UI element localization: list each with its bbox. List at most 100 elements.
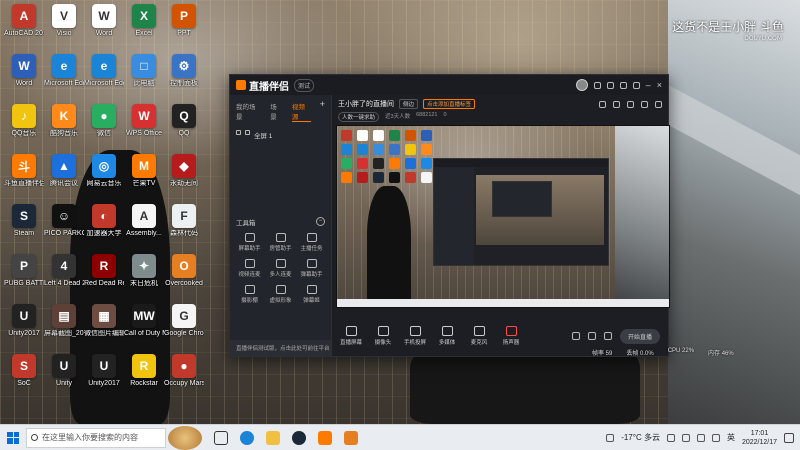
category-tag[interactable]: 侧边 — [399, 99, 419, 109]
add-tag-button[interactable]: 点击添加直播标签 — [423, 99, 476, 109]
screen-capture-button[interactable]: 直播屏幕 — [340, 326, 362, 346]
desktop-icon[interactable]: ♪ QQ音乐 — [4, 104, 44, 150]
desktop-icon[interactable]: S SoC — [4, 354, 44, 400]
desktop-icon[interactable]: ● 微信 — [84, 104, 124, 150]
tool-button[interactable]: 房管助手 — [265, 233, 296, 252]
start-button[interactable] — [0, 425, 26, 450]
tool-button[interactable]: 虚拟形象 — [265, 285, 296, 304]
notification-icon[interactable] — [784, 432, 794, 443]
bottom-notice[interactable]: 直播伴侣测试版，点击此处可前往平台 — [230, 340, 331, 356]
minimize-icon[interactable]: – — [646, 80, 651, 89]
tool-button[interactable]: 弹幕助手 — [296, 259, 327, 278]
record-icon[interactable] — [571, 332, 580, 340]
tool-button[interactable]: 摄影棚 — [234, 285, 265, 304]
menu-icon[interactable] — [632, 81, 640, 89]
gear-icon[interactable] — [603, 332, 612, 340]
desktop-icon[interactable]: G Google Chrome — [164, 304, 204, 350]
desktop-icon[interactable]: X Excel — [124, 4, 164, 50]
desktop-icon[interactable]: ☺ PICO PARKClas... — [44, 204, 84, 250]
lock-icon[interactable] — [613, 100, 620, 108]
desktop-icon[interactable]: K 酷狗音乐 — [44, 104, 84, 150]
eye-icon[interactable] — [236, 130, 241, 135]
desktop-icon[interactable]: U Unity2017 — [84, 354, 124, 400]
desktop-icon[interactable]: Q QQ — [164, 104, 204, 150]
streaming-app-window[interactable]: 直播伴侣 测试 – × 我的场景 场景 视频源 + 全屏 1 工具箱 − 屏幕助… — [229, 74, 670, 357]
microphone-button[interactable]: 麦克风 — [468, 326, 490, 346]
avatar[interactable] — [575, 79, 588, 91]
desktop-icon[interactable]: W WPS Office — [124, 104, 164, 150]
desktop-icon[interactable]: 斗斗鱼直播伴侣 — [4, 154, 44, 200]
media-button[interactable]: 多媒体 — [436, 326, 458, 346]
task-view-icon[interactable] — [214, 430, 228, 445]
chevron-up-icon[interactable] — [666, 433, 675, 442]
game-icon[interactable] — [344, 430, 358, 445]
desktop-icon[interactable]: R Red Dead Redemption — [84, 254, 124, 300]
douyu-icon[interactable] — [318, 430, 332, 445]
desktop-icon[interactable]: U Unity2017 — [4, 304, 44, 350]
desktop-icon[interactable]: O Overcooked — [164, 254, 204, 300]
desktop-icon[interactable]: e Microsoft Edge — [84, 54, 124, 100]
desktop-icon[interactable]: ▦ 微信图片编辑_2022120... — [84, 304, 124, 350]
desktop-icon[interactable]: ◆ 永劫无间 — [164, 154, 204, 200]
desktop-icon[interactable]: W Word — [84, 4, 124, 50]
settings-icon[interactable] — [619, 81, 627, 89]
desktop-icon[interactable]: F 森林代码 — [164, 204, 204, 250]
room-title[interactable]: 王小胖了的直播间 — [338, 99, 394, 109]
desktop-icon[interactable]: 4 Left 4 Dead 2 — [44, 254, 84, 300]
tool-button[interactable]: 屏幕助手 — [234, 233, 265, 252]
tool-button[interactable]: 多人连麦 — [265, 259, 296, 278]
camera-button[interactable]: 摄像头 — [372, 326, 394, 346]
screen-icon[interactable] — [627, 100, 634, 108]
edge-icon[interactable] — [240, 430, 254, 445]
desktop-icon[interactable]: ◐ 加速器大学 — [84, 204, 124, 250]
speaker-button[interactable]: 扬声器 — [500, 326, 522, 346]
lock-icon[interactable] — [245, 130, 250, 135]
volume-icon[interactable] — [711, 433, 720, 442]
stream-preview[interactable] — [336, 125, 670, 308]
phone-cast-button[interactable]: 手机投屏 — [404, 326, 426, 346]
tab-my-scenes[interactable]: 我的场景 — [236, 101, 261, 122]
desktop-icon[interactable]: ● Occupy Mars — [164, 354, 204, 400]
share-icon[interactable] — [655, 100, 662, 108]
desktop-icon[interactable]: P PPT — [164, 4, 204, 50]
desktop-icon[interactable]: MW Call of Duty MW — [124, 304, 164, 350]
tab-sources[interactable]: 视频源 — [291, 101, 311, 122]
desktop-icon[interactable]: R Rockstar — [124, 354, 164, 400]
desktop-icon[interactable]: V Visio — [44, 4, 84, 50]
desktop-icon[interactable]: P PUBG BATTLEGR... — [4, 254, 44, 300]
desktop-icon[interactable]: ⚙ 控制面板 — [164, 54, 204, 100]
battery-icon[interactable] — [681, 433, 690, 442]
desktop-icon[interactable]: U Unity — [44, 354, 84, 400]
help-badge[interactable]: 人数一键求助 — [338, 112, 380, 122]
ime-indicator[interactable]: 英 — [727, 432, 735, 443]
desktop-icon[interactable]: W Word — [4, 54, 44, 100]
desktop-icon[interactable]: ▤ 屏幕截图_2022120... — [44, 304, 84, 350]
desktop-icon[interactable]: A Assembly... — [124, 204, 164, 250]
tool-button[interactable]: 弹幕姬 — [296, 285, 327, 304]
app-titlebar[interactable]: 直播伴侣 测试 – × — [230, 75, 668, 95]
steam-icon[interactable] — [292, 430, 306, 445]
add-scene-icon[interactable]: + — [320, 100, 325, 122]
desktop-icon[interactable]: ◎ 网易云音乐 — [84, 154, 124, 200]
weather-icon[interactable] — [606, 433, 615, 442]
desktop-icon[interactable]: M 芒果TV — [124, 154, 164, 200]
desktop-icon[interactable]: ✦ 末日危机 — [124, 254, 164, 300]
desktop-icon[interactable]: □ 此电脑 — [124, 54, 164, 100]
search-input[interactable]: 在这里输入你要搜索的内容 — [26, 427, 166, 448]
desktop-icon[interactable]: A AutoCAD 2015 — [4, 4, 44, 50]
bell-icon[interactable] — [641, 100, 648, 108]
search-highlight-icon[interactable] — [168, 425, 202, 450]
delete-icon[interactable] — [599, 100, 606, 108]
network-icon[interactable] — [587, 332, 596, 340]
network-icon[interactable] — [696, 433, 705, 442]
collapse-icon[interactable]: − — [316, 217, 325, 226]
desktop-icon[interactable]: e Microsoft Edge — [44, 54, 84, 100]
tool-button[interactable]: 视频连麦 — [234, 259, 265, 278]
message-icon[interactable] — [606, 81, 614, 89]
scene-item[interactable]: 全屏 1 — [230, 125, 331, 145]
explorer-icon[interactable] — [266, 430, 280, 445]
weather-text[interactable]: -17°C 多云 — [621, 432, 660, 443]
close-icon[interactable]: × — [657, 80, 662, 89]
tab-scenes[interactable]: 场景 — [270, 101, 283, 122]
tool-button[interactable]: 主播任务 — [296, 233, 327, 252]
